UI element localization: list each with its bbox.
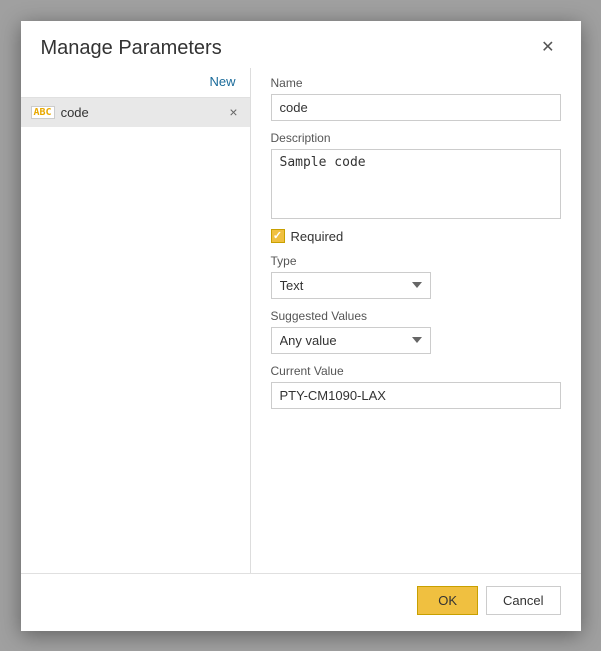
current-value-input[interactable]	[271, 382, 561, 409]
new-parameter-button[interactable]: New	[205, 72, 239, 91]
description-field-group: Description Sample code	[271, 131, 561, 219]
name-field-group: Name	[271, 76, 561, 121]
param-remove-button[interactable]: ×	[227, 105, 239, 119]
description-textarea[interactable]: Sample code	[271, 149, 561, 219]
suggested-values-select[interactable]: Any value List of values	[271, 327, 431, 354]
required-row[interactable]: ✓ Required	[271, 229, 561, 244]
dialog-title: Manage Parameters	[41, 37, 222, 60]
left-panel-header: New	[21, 68, 250, 98]
description-label: Description	[271, 131, 561, 145]
current-value-label: Current Value	[271, 364, 561, 378]
suggested-values-label: Suggested Values	[271, 309, 561, 323]
name-input[interactable]	[271, 94, 561, 121]
right-panel: Name Description Sample code ✓ Required …	[251, 68, 581, 573]
type-field-group: Type Text Number Date Boolean	[271, 254, 561, 299]
name-label: Name	[271, 76, 561, 90]
checkmark-icon: ✓	[273, 231, 282, 242]
suggested-values-field-group: Suggested Values Any value List of value…	[271, 309, 561, 354]
param-name-label: code	[61, 105, 222, 120]
parameter-item[interactable]: ABC code ×	[21, 98, 250, 127]
type-select[interactable]: Text Number Date Boolean	[271, 272, 431, 299]
type-label: Type	[271, 254, 561, 268]
required-label: Required	[291, 229, 344, 244]
required-checkbox[interactable]: ✓	[271, 229, 285, 243]
left-panel: New ABC code ×	[21, 68, 251, 573]
current-value-field-group: Current Value	[271, 364, 561, 409]
manage-parameters-dialog: Manage Parameters ✕ New ABC code × Name	[21, 21, 581, 631]
cancel-button[interactable]: Cancel	[486, 586, 560, 615]
dialog-body: New ABC code × Name Description Sample c…	[21, 68, 581, 573]
dialog-footer: OK Cancel	[21, 573, 581, 631]
title-bar: Manage Parameters ✕	[21, 21, 581, 68]
param-type-icon: ABC	[31, 106, 55, 119]
close-button[interactable]: ✕	[535, 38, 560, 58]
ok-button[interactable]: OK	[417, 586, 478, 615]
